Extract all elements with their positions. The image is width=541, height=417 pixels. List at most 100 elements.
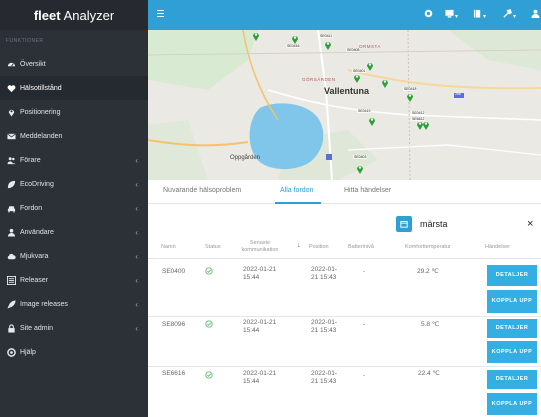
rocket-icon	[7, 299, 16, 309]
map-marker-icon[interactable]	[324, 40, 332, 50]
map-marker-icon[interactable]	[368, 116, 376, 126]
sidebar-item-label: Hjälp	[20, 348, 36, 356]
vehicle-tag: SE0408	[346, 48, 361, 52]
map-town-label: Vallentuna	[324, 86, 370, 96]
map-area-label: Oppgården	[230, 155, 261, 161]
column-header-status[interactable]: Status	[205, 244, 221, 251]
connect-button[interactable]: KOPPLA UPP	[487, 341, 537, 363]
sidebar-section-label: FUNKTIONER	[6, 38, 44, 44]
vehicle-tag: SE0411	[319, 34, 334, 38]
vehicle-tag: SE0416	[286, 44, 301, 48]
sidebar-item-releaser[interactable]: Releaser ‹	[0, 268, 148, 292]
cell-battery: -	[363, 268, 366, 275]
column-header-position[interactable]: Position	[309, 244, 329, 251]
sidebar-item-hjalp[interactable]: Hjälp	[0, 340, 148, 364]
sidebar-item-label: Användare	[20, 228, 54, 236]
cell-last-communication: 2022-01-21 15:44	[243, 319, 277, 334]
sidebar-item-ecodriving[interactable]: EcoDriving ‹	[0, 172, 148, 196]
sidebar-item-label: Förare	[20, 156, 41, 164]
user-icon[interactable]	[531, 9, 540, 20]
search-input[interactable]	[416, 216, 520, 232]
vehicle-tag: SE0403	[353, 155, 368, 159]
map-marker-icon[interactable]	[356, 164, 364, 174]
column-header-name[interactable]: Namn	[161, 244, 176, 251]
logo-name: Analyzer	[63, 7, 115, 23]
sidebar: fleet Analyzer FUNKTIONER Översikt Hälso…	[0, 0, 148, 417]
sidebar-item-halsotillstand[interactable]: Hälsotillstånd	[0, 76, 148, 100]
sidebar-item-image-releases[interactable]: Image releases ‹	[0, 292, 148, 316]
chevron-left-icon: ‹	[135, 227, 138, 237]
vehicle-tag: SE0419	[357, 109, 372, 113]
details-button[interactable]: DETALJER	[487, 370, 537, 389]
map-marker-icon[interactable]	[291, 34, 299, 44]
tab-find-events[interactable]: Hitta händelser	[344, 187, 391, 194]
search-filter-button[interactable]	[396, 216, 412, 232]
settings-icon[interactable]: ▾	[503, 9, 516, 20]
map-marker-icon[interactable]	[252, 31, 260, 41]
sidebar-item-positionering[interactable]: Positionering	[0, 100, 148, 124]
tab-current-health-issues[interactable]: Nuvarande hälsoproblem	[163, 187, 241, 194]
sidebar-item-oversikt[interactable]: Översikt	[0, 52, 148, 76]
map-marker-icon[interactable]	[381, 78, 389, 88]
details-button[interactable]: DETALJER	[487, 319, 537, 338]
cell-comfort-temperature: 22.4 ℃	[418, 370, 440, 377]
lock-icon	[7, 323, 16, 333]
book-icon[interactable]: ▾	[473, 9, 486, 20]
monitor-icon[interactable]: ▾	[445, 9, 458, 20]
sidebar-item-forare[interactable]: Förare ‹	[0, 148, 148, 172]
active-tab-indicator	[275, 202, 321, 204]
sidebar-item-mjukvara[interactable]: Mjukvara ‹	[0, 244, 148, 268]
table-divider	[148, 366, 541, 367]
map-marker-icon[interactable]	[406, 92, 414, 102]
globe-icon[interactable]	[424, 9, 433, 20]
column-header-events[interactable]: Händelser	[485, 244, 510, 251]
top-navbar: ▾ ▾ ▾	[148, 0, 541, 30]
users-icon	[7, 156, 16, 165]
dashboard-icon	[7, 60, 16, 69]
sidebar-item-label: Meddelanden	[20, 132, 63, 140]
vehicle-map[interactable]: Vallentuna ORMSTA GÖRSÄRDEN Oppgården SE…	[148, 30, 541, 180]
envelope-icon	[7, 132, 16, 141]
cell-position: 2022-01-21 15:43	[311, 370, 338, 385]
logo-brand: fleet	[33, 7, 61, 23]
chevron-left-icon: ‹	[135, 179, 138, 189]
tab-all-vehicles[interactable]: Alla fordon	[280, 187, 313, 194]
clear-search-button[interactable]: ×	[527, 216, 533, 232]
cell-battery: -	[363, 372, 366, 379]
app-logo[interactable]: fleet Analyzer	[0, 0, 148, 30]
column-header-battery[interactable]: Batterinivå	[348, 244, 374, 251]
vehicle-tag: SE0418	[403, 87, 418, 91]
cell-name: SE0400	[162, 268, 186, 275]
chevron-left-icon: ‹	[135, 275, 138, 285]
cell-position: 2022-01-21 15:43	[311, 266, 338, 281]
sidebar-item-meddelanden[interactable]: Meddelanden	[0, 124, 148, 148]
list-icon	[7, 275, 16, 285]
map-marker-icon[interactable]	[422, 120, 430, 130]
cell-name: SE8096	[162, 321, 186, 328]
cell-battery: -	[363, 321, 366, 328]
sort-desc-icon[interactable]: ↓	[297, 242, 301, 249]
details-button[interactable]: DETALJER	[487, 265, 537, 286]
sidebar-item-fordon[interactable]: Fordon ‹	[0, 196, 148, 220]
column-header-last-communication[interactable]: Senaste kommunikation	[240, 240, 280, 254]
status-ok-icon	[205, 320, 213, 330]
chevron-left-icon: ‹	[135, 203, 138, 213]
help-icon	[7, 347, 16, 357]
connect-button[interactable]: KOPPLA UPP	[487, 290, 537, 313]
menu-icon[interactable]	[157, 10, 164, 17]
car-icon	[7, 204, 16, 213]
cell-last-communication: 2022-01-21 15:44	[243, 266, 277, 281]
cell-name: SE6616	[162, 370, 186, 377]
table-divider	[148, 258, 541, 259]
cell-position: 2022-01-21 15:43	[311, 319, 338, 334]
sidebar-item-label: Releaser	[20, 276, 49, 284]
sidebar-item-label: Image releases	[20, 300, 68, 308]
column-header-comfort-temperature[interactable]: Komforttemperatur	[405, 244, 451, 251]
connect-button[interactable]: KOPPLA UPP	[487, 393, 537, 415]
map-area-label: GÖRSÄRDEN	[302, 77, 336, 82]
sidebar-item-anvandare[interactable]: Användare ‹	[0, 220, 148, 244]
map-marker-icon[interactable]	[366, 61, 374, 71]
cell-comfort-temperature: 5.8 ℃	[421, 321, 440, 328]
sidebar-item-site-admin[interactable]: Site admin ‹	[0, 316, 148, 340]
map-marker-icon[interactable]	[353, 73, 361, 83]
